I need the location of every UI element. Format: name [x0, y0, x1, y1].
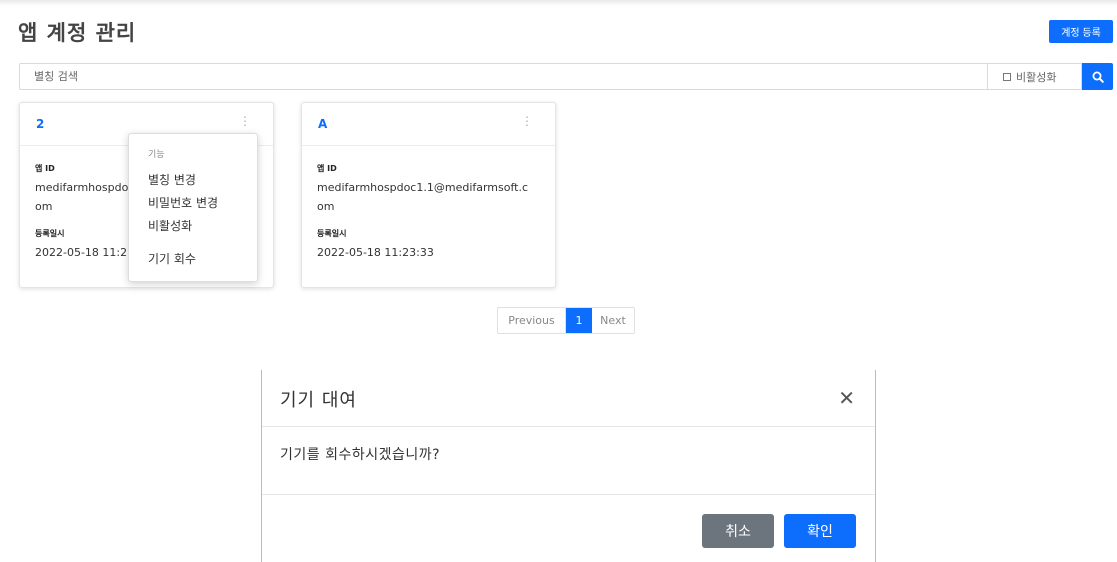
search-button[interactable]: [1082, 63, 1113, 90]
confirm-button[interactable]: 확인: [784, 514, 856, 548]
page-title: 앱 계정 관리: [18, 21, 137, 45]
top-divider: [0, 0, 1117, 6]
card-title[interactable]: A: [318, 117, 327, 131]
change-password-item[interactable]: 비밀번호 변경: [129, 192, 257, 215]
registered-value: 2022-05-18 11:23:33: [317, 246, 434, 259]
vertical-dots-icon[interactable]: ⋮: [521, 115, 533, 127]
dropdown-header: 기능: [148, 150, 165, 160]
vertical-dots-icon[interactable]: ⋮: [239, 115, 251, 127]
modal-title: 기기 대여: [280, 390, 357, 411]
card-header: A ⋮: [302, 103, 555, 146]
modal-footer: 취소 확인: [262, 495, 875, 561]
modal-header: 기기 대여 ✕: [262, 370, 875, 427]
cancel-button[interactable]: 취소: [702, 514, 774, 548]
account-card[interactable]: A ⋮ 앱 ID medifarmhospdoc1.1@medifarmsoft…: [301, 102, 556, 288]
search-bar: 비활성화: [19, 63, 1113, 90]
change-alias-item[interactable]: 별칭 변경: [129, 169, 257, 192]
confirm-modal: 기기 대여 ✕ 기기를 회수하시겠습니까? 취소 확인: [261, 370, 876, 562]
page-1-button[interactable]: 1: [566, 308, 592, 333]
close-icon[interactable]: ✕: [838, 388, 855, 408]
register-account-button[interactable]: 계정 등록: [1049, 20, 1113, 43]
inactive-checkbox[interactable]: [1003, 72, 1011, 81]
app-id-label: 앱 ID: [317, 164, 337, 173]
card-body: 앱 ID medifarmhospdoc1.1@medifarmsoft.c om…: [302, 146, 555, 262]
card-actions-dropdown: 기능 별칭 변경 비밀번호 변경 비활성화 기기 회수: [128, 133, 258, 282]
inactive-filter-label: 비활성화: [1016, 70, 1057, 84]
next-page-button[interactable]: Next: [592, 308, 634, 333]
app-id-value: medifarmhospdoc1.1@medifarmsoft.c om: [317, 181, 529, 213]
previous-page-button[interactable]: Previous: [498, 308, 566, 333]
registered-label: 등록일시: [317, 229, 347, 238]
pagination: Previous 1 Next: [497, 307, 635, 334]
recover-device-item[interactable]: 기기 회수: [129, 248, 257, 271]
modal-message: 기기를 회수하시겠습니까?: [262, 427, 875, 495]
alias-search-input[interactable]: [19, 63, 988, 90]
inactive-filter[interactable]: 비활성화: [987, 63, 1082, 90]
deactivate-item[interactable]: 비활성화: [129, 215, 257, 238]
search-icon: [1092, 71, 1104, 83]
card-title[interactable]: 2: [36, 117, 44, 131]
dropdown-divider: [129, 238, 257, 248]
